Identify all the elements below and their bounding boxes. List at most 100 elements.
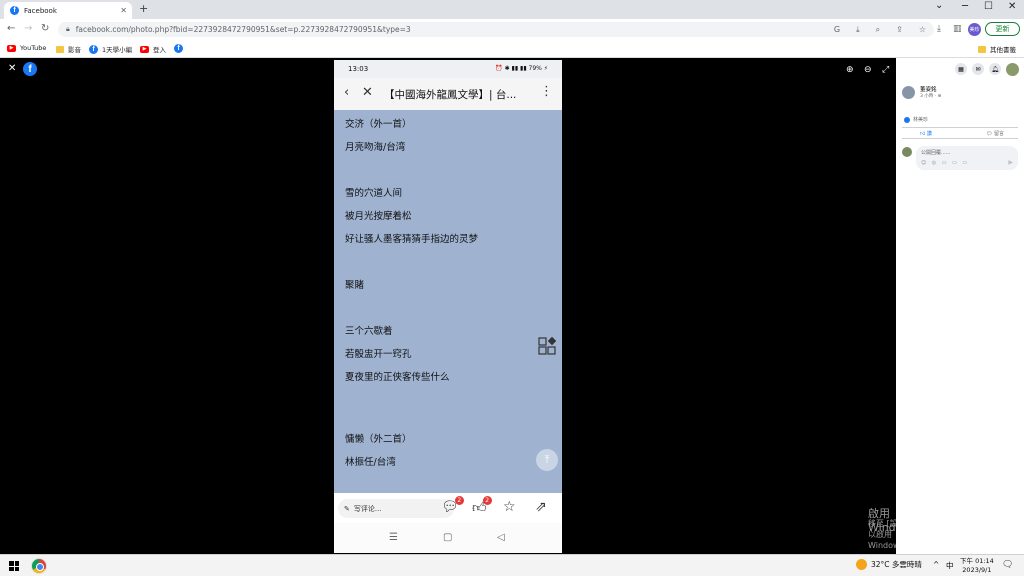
tab-strip: f Facebook ✕ + ⌄ ─ ☐ ✕ <box>0 0 1024 19</box>
bookmark-star-icon[interactable]: ☆ <box>919 25 926 35</box>
more-icon: ⋮ <box>540 84 553 99</box>
lock-icon: 🔒︎ <box>66 25 70 33</box>
maximize-button[interactable]: ☐ <box>984 1 993 12</box>
comment-input: ✎ 写评论... <box>338 499 454 518</box>
weather-text: 32°C 多雲時晴 <box>871 560 922 569</box>
zoom-in-icon[interactable]: ⊕ <box>846 65 854 75</box>
tab-title: Facebook <box>24 6 57 15</box>
close-window-button[interactable]: ✕ <box>1008 1 1016 12</box>
post-actions: 👍︎ 讚 💬︎ 留言 <box>902 127 1018 139</box>
folder-icon <box>56 45 64 53</box>
like-reaction-icon <box>904 116 910 123</box>
bookmark-label: 其他書籤 <box>990 46 1016 54</box>
close-viewer-icon[interactable]: ✕ <box>8 63 16 74</box>
clock[interactable]: 下午 01:14 2023/9/1 <box>960 557 994 575</box>
sidepanel-icon[interactable]: ▥ <box>953 24 962 34</box>
user-avatar <box>902 147 912 157</box>
fb-top-icons: ▦ ✉ 🔔︎ <box>896 58 1024 80</box>
notification-icon[interactable]: 🗨︎ <box>1002 560 1013 570</box>
likes-summary[interactable]: 林美珍 <box>904 116 928 123</box>
poem-line: 林振任/台湾 <box>345 457 396 468</box>
bookmark-youtube[interactable]: ▶ YouTube <box>7 44 46 52</box>
comment-tool-icons[interactable]: ☺ ◎ ▭ ▭ ▭ <box>921 160 969 166</box>
other-bookmarks[interactable]: 其他書籤 <box>978 44 1016 54</box>
share-icon[interactable]: ⇪ <box>896 25 903 35</box>
browser-toolbar: ← → ↻ 🔒︎ facebook.com/photo.php?fbid=227… <box>0 19 1024 40</box>
like-label: 讚 <box>926 131 932 137</box>
status-icons: ⏰ ✱ ▮▮ ▮▮ 79% ⚡ <box>495 65 548 72</box>
post-side-panel: ▦ ✉ 🔔︎ 董姿銘 3 小時 · ⊕ 林美珍 👍︎ 讚 💬︎ 留言 公開回覆.… <box>896 58 1024 554</box>
bookmark-editor[interactable]: f 1天學小編 <box>89 44 132 54</box>
download-icon[interactable]: ⤓ <box>937 24 941 34</box>
star-icon: ☆ <box>503 499 516 515</box>
comment-bar: ✎ 写评论... 💬︎ 2 👍︎ 2 ☆ ⇗ <box>334 493 562 523</box>
poem-line: 好让骚人墨客猜猜手指边的灵梦 <box>345 234 479 245</box>
clock-date: 2023/9/1 <box>962 566 992 574</box>
poem-line: 交济（外一首） <box>345 119 412 130</box>
notifications-icon[interactable]: 🔔︎ <box>989 63 1001 75</box>
comment-field[interactable]: 公開回覆...... ☺ ◎ ▭ ▭ ▭ ▶ <box>916 146 1018 170</box>
youtube-icon: ▶ <box>140 45 149 53</box>
folder-icon <box>978 45 986 53</box>
address-bar[interactable]: 🔒︎ facebook.com/photo.php?fbid=227392847… <box>58 22 934 37</box>
comment-icon: 💬︎ 2 <box>441 496 464 515</box>
forward-icon[interactable]: → <box>24 23 32 34</box>
reload-icon[interactable]: ↻ <box>41 23 49 34</box>
comment-placeholder: 写评论... <box>353 504 382 513</box>
close-icon: ✕ <box>362 85 373 100</box>
zoom-icon[interactable]: ⌕ <box>876 25 880 35</box>
menu-grid-icon[interactable]: ▦ <box>955 63 967 75</box>
poem-line: 三个六歇着 <box>345 326 393 337</box>
bookmarks-bar: ▶ YouTube 影音 f 1天學小編 ▶ 登入 f 其他書籤 <box>0 40 1024 58</box>
back-to-top-icon: ⤒ <box>536 449 558 471</box>
install-icon[interactable]: ⤓ <box>856 25 860 35</box>
system-tray: ^ <box>933 560 939 569</box>
comment-composer: 公開回覆...... ☺ ◎ ▭ ▭ ▭ ▶ <box>902 146 1018 170</box>
article-title: 【中國海外龍鳳文學】| 台... <box>384 89 517 101</box>
poster-header: 董姿銘 3 小時 · ⊕ <box>902 85 941 99</box>
send-icon[interactable]: ▶ <box>1008 159 1013 166</box>
poster-name[interactable]: 董姿銘 <box>920 85 941 93</box>
google-lens-icon[interactable]: G <box>834 25 840 35</box>
app-header: ‹ ✕ 【中國海外龍鳳文學】| 台... ⋮ <box>334 78 562 110</box>
poem-line: 雪的穴道人间 <box>345 188 403 199</box>
phone-nav-bar: ☰ ▢ ◁ <box>334 523 562 553</box>
minimize-button[interactable]: ─ <box>962 1 968 12</box>
new-tab-button[interactable]: + <box>139 2 148 15</box>
facebook-logo-icon[interactable]: f <box>23 62 37 76</box>
facebook-icon: f <box>174 44 183 53</box>
ime-indicator[interactable]: 中 <box>946 560 954 571</box>
profile-avatar[interactable]: 美珍 <box>968 23 981 36</box>
bookmark-facebook[interactable]: f <box>174 44 183 53</box>
update-button[interactable]: 更新 <box>985 22 1020 36</box>
tab-facebook[interactable]: f Facebook ✕ <box>4 2 132 19</box>
article-content: 交济（外一首） 月亮吻海/台湾 雪的穴道人间 被月光按摩着松 好让骚人墨客猜猜手… <box>334 110 562 493</box>
tab-search-icon[interactable]: ⌄ <box>935 0 943 11</box>
chrome-taskbar-icon[interactable] <box>31 558 47 574</box>
comment-label: 留言 <box>993 131 1004 137</box>
fullscreen-icon[interactable]: ⤢ <box>882 65 889 75</box>
tray-expand-icon[interactable]: ^ <box>933 560 939 569</box>
grid-apps-icon <box>538 336 557 355</box>
poster-avatar[interactable] <box>902 85 915 99</box>
poem-line: 若骰盅开一窍孔 <box>345 349 412 360</box>
post-time[interactable]: 3 小時 · ⊕ <box>920 93 941 99</box>
account-avatar[interactable] <box>1006 62 1019 76</box>
windows-start-icon[interactable] <box>9 561 19 571</box>
weather-widget[interactable]: 32°C 多雲時晴 <box>856 559 922 570</box>
clock-time: 下午 01:14 <box>960 557 994 565</box>
messenger-icon[interactable]: ✉ <box>972 63 984 75</box>
weather-icon <box>856 559 867 570</box>
zoom-out-icon[interactable]: ⊖ <box>864 65 872 75</box>
likes-text: 林美珍 <box>913 117 929 123</box>
bookmark-login[interactable]: ▶ 登入 <box>140 44 166 54</box>
bookmark-video[interactable]: 影音 <box>56 44 81 54</box>
bookmark-label: 影音 <box>68 46 81 54</box>
like-count-badge: 2 <box>482 496 492 505</box>
phone-screenshot: 13:03 ⏰ ✱ ▮▮ ▮▮ 79% ⚡ ‹ ✕ 【中國海外龍鳳文學】| 台.… <box>334 60 562 553</box>
close-tab-icon[interactable]: ✕ <box>120 6 127 15</box>
like-button[interactable]: 👍︎ 讚 <box>920 130 932 137</box>
phone-status-bar: 13:03 ⏰ ✱ ▮▮ ▮▮ 79% ⚡ <box>334 60 562 78</box>
comment-button[interactable]: 💬︎ 留言 <box>986 130 1004 137</box>
back-icon[interactable]: ← <box>7 23 15 34</box>
